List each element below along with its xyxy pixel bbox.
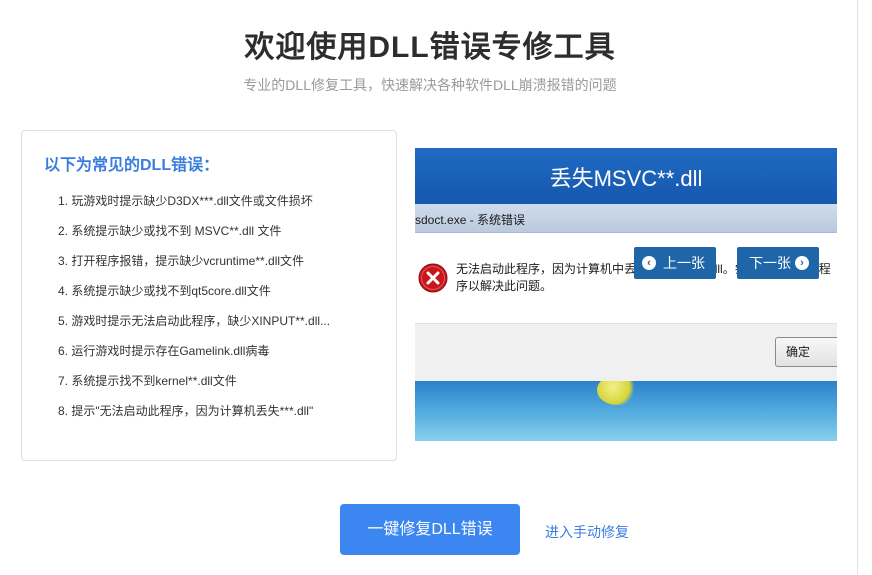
error-item: 4. 系统提示缺少或找不到qt5core.dll文件 [58,284,271,298]
error-icon [418,263,448,293]
error-item: 5. 游戏时提示无法启动此程序，缺少XINPUT**.dll... [58,314,331,328]
next-slide-button[interactable]: 下一张 › [737,247,819,279]
page-subtitle: 专业的DLL修复工具，快速解决各种软件DLL崩溃报错的问题 [243,77,617,93]
common-errors-heading: 以下为常见的DLL错误： [44,157,220,174]
prev-slide-button[interactable]: ‹ 上一张 [634,247,716,279]
one-click-repair-button[interactable]: 一键修复DLL错误 [340,504,520,555]
error-item: 8. 提示"无法启动此程序，因为计算机丢失***.dll" [58,404,314,418]
error-dialog-title: sdoct.exe - 系统错误 [415,213,526,227]
next-slide-label: 下一张 [749,255,791,271]
page-title: 欢迎使用DLL错误专修工具 [244,31,616,64]
error-dialog-titlebar: sdoct.exe - 系统错误 [415,204,837,233]
error-item: 3. 打开程序报错，提示缺少vcruntime**.dll文件 [58,254,305,268]
desktop-flower-image [597,381,637,405]
chevron-right-icon: › [795,256,809,270]
desktop-background [415,381,837,441]
slide-banner: 丢失MSVC**.dll [415,148,837,204]
error-item: 6. 运行游戏时提示存在Gamelink.dll病毒 [58,344,270,358]
chevron-left-icon: ‹ [642,256,656,270]
error-dialog-footer: 确定 [415,323,837,381]
error-item: 1. 玩游戏时提示缺少D3DX***.dll文件或文件损坏 [58,194,313,208]
prev-slide-label: 上一张 [663,255,705,271]
common-errors-list: 1. 玩游戏时提示缺少D3DX***.dll文件或文件损坏 2. 系统提示缺少或… [58,193,330,433]
example-screenshot-slide: 丢失MSVC**.dll sdoct.exe - 系统错误 无法启动此程序，因为… [415,148,837,441]
error-item: 2. 系统提示缺少或找不到 MSVC**.dll 文件 [58,224,282,238]
slide-banner-title: 丢失MSVC**.dll [549,166,703,191]
common-errors-panel: 以下为常见的DLL错误： 1. 玩游戏时提示缺少D3DX***.dll文件或文件… [21,130,397,461]
manual-repair-link[interactable]: 进入手动修复 [545,522,629,542]
dialog-ok-button: 确定 [775,337,837,367]
error-item: 7. 系统提示找不到kernel**.dll文件 [58,374,237,388]
